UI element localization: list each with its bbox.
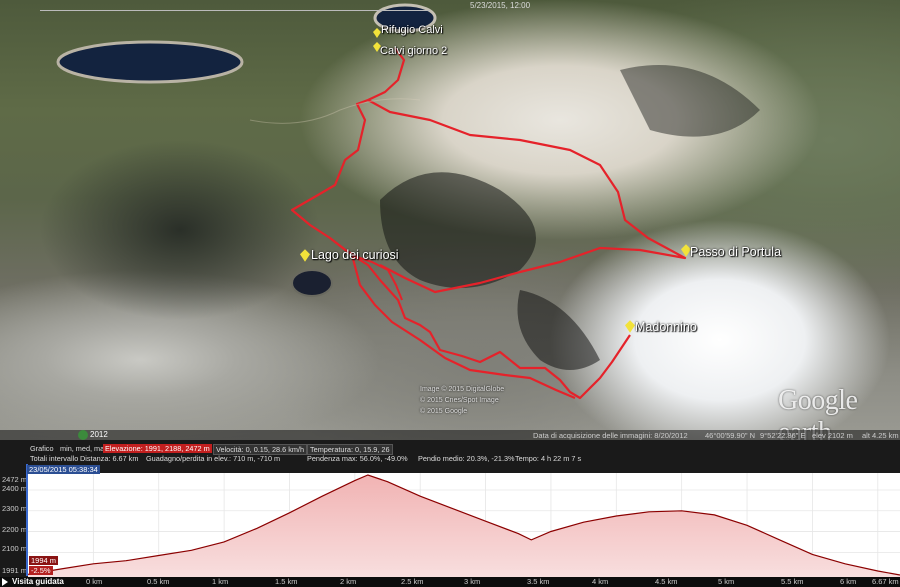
profile-cursor[interactable] <box>26 464 28 576</box>
x-tick: 6 km <box>840 577 857 586</box>
y-tick: 2100 m <box>2 544 28 553</box>
chart-label: Grafico <box>30 444 54 453</box>
lake-large <box>56 40 244 84</box>
x-tick: 1 km <box>212 577 229 586</box>
attribution-line: Image © 2015 DigitalGlobe <box>420 386 505 393</box>
placemark-calvi-giorno-2[interactable]: Calvi giorno 2 <box>380 45 447 57</box>
time-slider[interactable] <box>40 10 430 11</box>
avg-slope-stat: Pendio medio: 20.3%, -21.3% <box>418 454 515 463</box>
elevation-chart[interactable] <box>28 473 900 577</box>
x-tick: 1.5 km <box>275 577 298 586</box>
mountain-shadow <box>380 172 536 288</box>
time-stat: Tempo: 4 h 22 m 7 s <box>515 454 582 463</box>
mountain-shadow <box>517 290 600 370</box>
elevation-readout: elev 2102 m <box>812 431 853 440</box>
cursor-elevation: 1994 m <box>29 556 59 565</box>
x-tick: 0 km <box>86 577 103 586</box>
placemark-rifugio-calvi[interactable]: Rifugio Calvi <box>381 24 443 36</box>
pushpin-icon[interactable] <box>300 249 310 262</box>
map-date: 5/23/2015, 12:00 <box>470 1 531 10</box>
y-tick: 2472 m <box>2 475 28 484</box>
cursor-slope: -2.5% <box>29 566 53 575</box>
longitude: 9°52'22.86" E <box>760 431 806 440</box>
acquisition-date: Data di acquisizione delle immagini: 8/2… <box>533 431 688 440</box>
x-axis-bar: 0 km 0.5 km 1 km 1.5 km 2 km 2.5 km 3 km… <box>0 577 900 587</box>
elevation-stat[interactable]: Elevazione: 1991, 2188, 2472 m <box>103 444 212 453</box>
imagery-attribution: Image © 2015 DigitalGlobe © 2015 Cnes/Sp… <box>420 384 504 417</box>
mountain-shadow <box>620 65 760 137</box>
x-tick: 3 km <box>464 577 481 586</box>
historical-imagery-year[interactable]: 2012 <box>90 430 108 439</box>
x-tick: 4.5 km <box>655 577 678 586</box>
elevation-gain-stat: Guadagno/perdita in elev.: 710 m, -710 m <box>146 454 281 463</box>
map-view[interactable]: 5/23/2015, 12:00 Rifugio Calvi Calvi gio… <box>0 0 900 440</box>
cursor-timestamp: 23/05/2015 05:38:34 <box>27 465 100 474</box>
attribution-line: © 2015 Cnes/Spot Image <box>420 397 499 404</box>
terrain-layer <box>56 3 760 400</box>
placemark-passo-di-portula[interactable]: Passo di Portula <box>690 245 781 259</box>
totals-label: Totali intervallo <box>30 454 79 463</box>
x-tick: 2.5 km <box>401 577 424 586</box>
chart-stat-options[interactable]: min, med, max <box>60 444 108 453</box>
x-tick: 2 km <box>340 577 357 586</box>
pushpin-icon[interactable] <box>373 28 381 38</box>
y-tick: 2200 m <box>2 525 28 534</box>
map-status-bar: Data di acquisizione delle immagini: 8/2… <box>0 430 900 440</box>
distance-stat: Distanza: 6.67 km <box>80 454 139 463</box>
guided-tour-button[interactable]: Visita guidata <box>0 577 64 587</box>
latitude: 46°00'59.90" N <box>705 431 756 440</box>
road <box>249 98 421 124</box>
stats-row-2: Totali intervallo Distanza: 6.67 km Guad… <box>0 454 900 463</box>
max-slope-stat: Pendenza max: 56.0%, -49.0% <box>307 454 408 463</box>
x-tick: 4 km <box>592 577 609 586</box>
y-tick: 2300 m <box>2 504 28 513</box>
x-tick: 0.5 km <box>147 577 170 586</box>
x-tick: 6.67 km <box>872 577 899 586</box>
y-tick: 1991 m <box>2 566 28 575</box>
eye-altitude: alt 4.25 km <box>862 431 899 440</box>
y-tick: 2400 m <box>2 484 28 493</box>
x-tick: 5.5 km <box>781 577 804 586</box>
stats-row-1: Grafico min, med, max Elevazione: 1991, … <box>0 444 900 455</box>
historical-imagery-icon[interactable] <box>78 430 88 440</box>
pushpin-icon[interactable] <box>625 320 635 333</box>
placemark-lago-dei-curiosi[interactable]: Lago dei curiosi <box>311 248 399 262</box>
lake-curiosi <box>291 269 333 297</box>
placemark-madonnino[interactable]: Madonnino <box>635 320 697 334</box>
attribution-line: © 2015 Google <box>420 408 468 415</box>
x-tick: 5 km <box>718 577 735 586</box>
x-tick: 3.5 km <box>527 577 550 586</box>
